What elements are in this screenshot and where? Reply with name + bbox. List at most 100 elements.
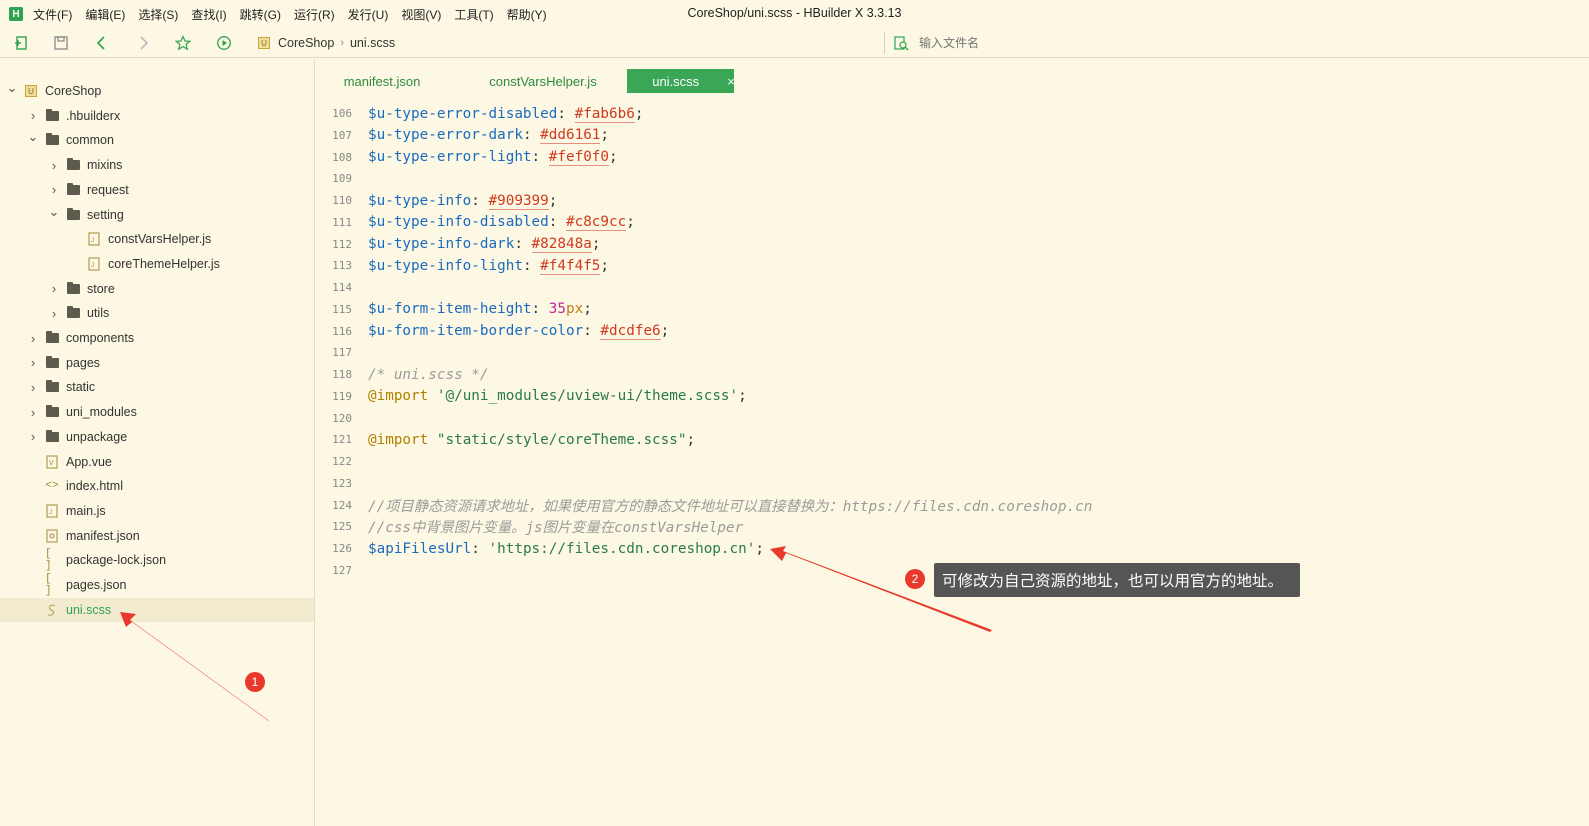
code-text: $u-form-item-height: 35px;: [368, 301, 592, 317]
menu-item[interactable]: 文件(F): [33, 6, 72, 23]
code-text: $u-type-info: #909399;: [368, 192, 557, 210]
tab-constvarshelper-js[interactable]: constVarsHelper.js: [458, 69, 628, 93]
line-number: 127: [332, 563, 352, 577]
chevron-down-icon[interactable]: ⌄: [48, 204, 60, 219]
menu-item[interactable]: 编辑(E): [85, 6, 125, 23]
tree-item-store[interactable]: › store: [0, 277, 314, 301]
menu-item[interactable]: 发行(U): [348, 6, 389, 23]
code-text: $u-type-info-dark: #82848a;: [368, 236, 600, 253]
tree-item-request[interactable]: › request: [0, 178, 314, 202]
file-search-input[interactable]: [919, 36, 1319, 50]
annotation-marker-2: 2: [905, 569, 925, 589]
line-number: 124: [332, 498, 352, 512]
tree-item-coreshop[interactable]: ⌄ U CoreShop: [0, 79, 314, 103]
tree-item-components[interactable]: › components: [0, 326, 314, 350]
svg-text:J: J: [91, 238, 94, 244]
chevron-right-icon[interactable]: ›: [48, 306, 60, 321]
js-file-icon: J: [87, 232, 101, 246]
tree-item-label: coreThemeHelper.js: [108, 256, 220, 271]
code-token-var: $apiFilesUrl: [368, 540, 472, 557]
chevron-right-icon[interactable]: ›: [27, 429, 39, 444]
code-token-hex: #909399: [488, 192, 549, 210]
line-number: 117: [332, 346, 352, 360]
breadcrumb-file[interactable]: uni.scss: [350, 36, 395, 50]
code-token-punct: [428, 432, 437, 448]
close-tab-icon[interactable]: ×: [727, 74, 735, 89]
tree-item-uni-scss[interactable]: uni.scss: [0, 597, 314, 622]
menu-item[interactable]: 工具(T): [454, 6, 493, 23]
run-icon[interactable]: [215, 34, 233, 52]
code-line: 106 $u-type-error-disabled: #fab6b6;: [316, 103, 1589, 124]
tree-item-constvarshelper-js[interactable]: JconstVarsHelper.js: [0, 227, 314, 251]
code-token-punct: ;: [660, 323, 670, 339]
tree-item-utils[interactable]: › utils: [0, 301, 314, 325]
menu-item[interactable]: 帮助(Y): [507, 6, 547, 23]
save-icon[interactable]: [52, 34, 70, 52]
chevron-right-icon[interactable]: ›: [27, 108, 39, 123]
menu-item[interactable]: 运行(R): [294, 6, 335, 23]
code-token-comment: //项目静态资源请求地址，如果使用官方的静态文件地址可以直接替换为：https:…: [368, 498, 1093, 515]
code-editor[interactable]: 106 $u-type-error-disabled: #fab6b6; 107 $u…: [316, 103, 1589, 826]
forward-icon[interactable]: [134, 34, 152, 52]
tree-item-unpackage[interactable]: › unpackage: [0, 425, 314, 449]
tree-item-manifest-json[interactable]: manifest.json: [0, 524, 314, 548]
breadcrumb-project[interactable]: CoreShop: [278, 36, 334, 50]
line-number: 122: [332, 455, 352, 468]
menu-item[interactable]: 视图(V): [401, 6, 441, 23]
code-text: $u-form-item-border-color: #dcdfe6;: [368, 323, 670, 340]
chevron-right-icon[interactable]: ›: [27, 380, 39, 395]
chevron-right-icon[interactable]: ›: [48, 281, 60, 296]
tree-item-common[interactable]: ⌄ common: [0, 128, 314, 152]
code-token-punct: :: [522, 257, 541, 274]
chevron-right-icon[interactable]: ›: [48, 158, 60, 173]
tab-manifest-json[interactable]: manifest.json: [316, 69, 448, 93]
tree-item-setting[interactable]: ⌄ setting: [0, 203, 314, 227]
line-number: 121: [332, 433, 352, 447]
tree-item-index-html[interactable]: <> index.html: [0, 474, 314, 498]
folder-icon: [45, 355, 59, 370]
tree-item-hbuilderx[interactable]: › .hbuilderx: [0, 104, 314, 128]
line-number: 110: [332, 194, 352, 207]
code-token-unit: px: [565, 301, 584, 318]
tree-item-mixins[interactable]: › mixins: [0, 153, 314, 177]
code-token-str: 'https://files.cdn.coreshop.cn': [488, 540, 756, 557]
tree-item-app-vue[interactable]: V App.vue: [0, 450, 314, 474]
code-token-punct: ;: [634, 105, 644, 122]
tree-item-label: mixins: [87, 158, 123, 173]
chevron-right-icon[interactable]: ›: [27, 331, 39, 346]
tree-item-package-lock-json[interactable]: [ ] package-lock.json: [0, 548, 314, 572]
code-line: 117: [316, 342, 1589, 363]
menu-item[interactable]: 跳转(G): [240, 6, 281, 23]
tree-item-uni-modules[interactable]: › uni_modules: [0, 400, 314, 424]
code-token-var: $u-form-item-border-color: [368, 323, 584, 339]
tab-uni-scss[interactable]: uni.scss ×: [627, 69, 735, 93]
star-icon[interactable]: [174, 34, 192, 52]
code-token-punct: :: [471, 192, 489, 209]
code-token-punct: :: [531, 301, 549, 318]
tree-item-main-js[interactable]: Jmain.js: [0, 499, 314, 523]
chevron-right-icon[interactable]: ›: [27, 355, 39, 370]
code-token-var: $u-type-error-light: [368, 149, 532, 165]
tree-item-label: package-lock.json: [66, 553, 167, 568]
code-text: $u-type-error-light: #fef0f0;: [368, 149, 618, 166]
chevron-down-icon[interactable]: ⌄: [6, 80, 18, 95]
chevron-right-icon[interactable]: ›: [48, 182, 60, 197]
code-line: 126 $apiFilesUrl: 'https://files.cdn.core…: [316, 538, 1589, 559]
tree-item-static[interactable]: › static: [0, 375, 314, 399]
new-file-icon[interactable]: [13, 34, 31, 52]
menu-item[interactable]: 选择(S): [138, 6, 178, 23]
chevron-right-icon[interactable]: ›: [27, 405, 39, 420]
line-number: 114: [332, 281, 352, 294]
menu-item[interactable]: 查找(I): [191, 6, 226, 23]
back-icon[interactable]: [93, 34, 111, 52]
chevron-down-icon[interactable]: ⌄: [27, 129, 39, 144]
tree-item-pages-json[interactable]: [ ] pages.json: [0, 573, 314, 597]
code-token-punct: ;: [755, 540, 764, 557]
code-text: $u-type-error-disabled: #fab6b6;: [368, 105, 644, 123]
code-text: @import '@/uni_modules/uview-ui/theme.sc…: [368, 388, 747, 404]
code-token-punct: :: [471, 540, 489, 557]
vue-file-icon: V: [45, 455, 59, 469]
tree-item-corethemehelper-js[interactable]: JcoreThemeHelper.js: [0, 252, 314, 276]
folder-icon: [45, 429, 59, 444]
tree-item-pages[interactable]: › pages: [0, 351, 314, 375]
